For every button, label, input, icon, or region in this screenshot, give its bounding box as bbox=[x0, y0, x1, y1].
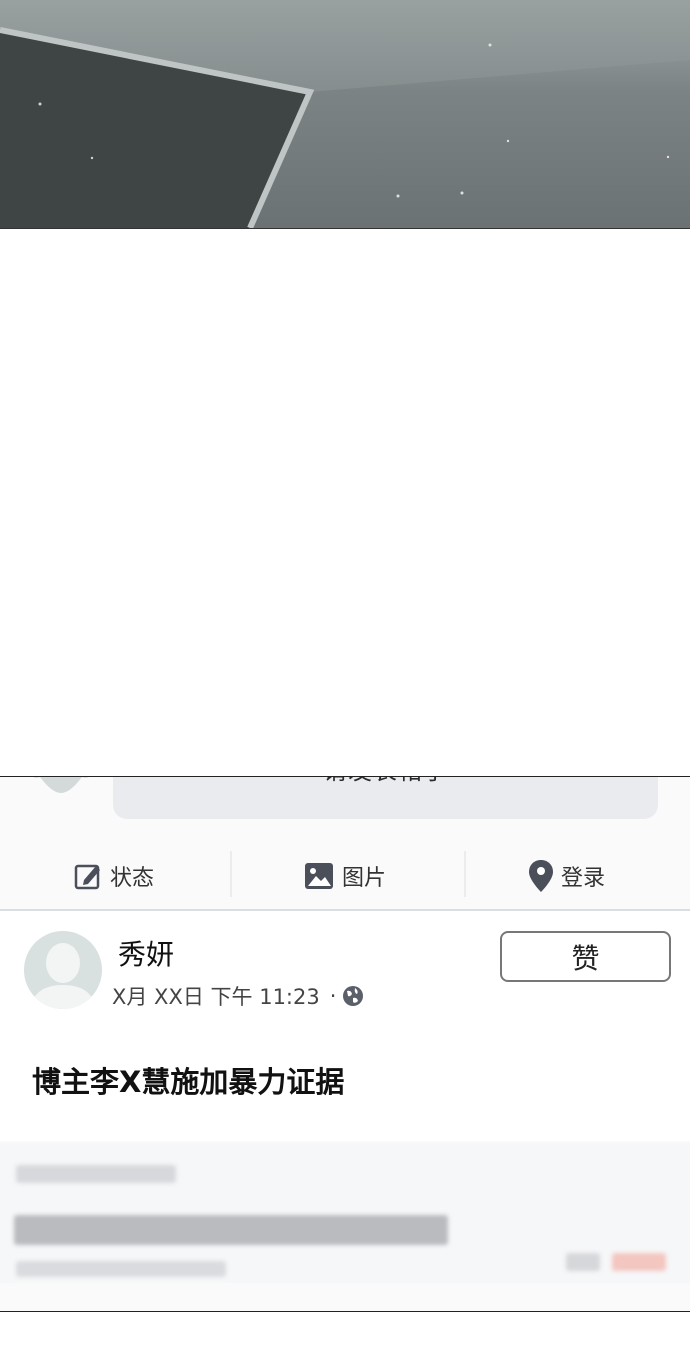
composer-placeholder: 请发表帖子 bbox=[113, 777, 658, 786]
blurred-text bbox=[14, 1215, 448, 1245]
checkin-button[interactable]: 登录 bbox=[529, 843, 605, 909]
image-icon bbox=[305, 863, 333, 889]
edit-icon bbox=[74, 864, 100, 890]
action-divider bbox=[464, 851, 466, 897]
status-button[interactable]: 状态 bbox=[74, 843, 154, 909]
location-pin-icon bbox=[529, 860, 553, 892]
blurred-text bbox=[566, 1253, 600, 1271]
composer-input[interactable]: 请发表帖子 bbox=[113, 777, 658, 819]
checkin-label: 登录 bbox=[561, 866, 606, 891]
meta-separator: · bbox=[329, 984, 337, 1008]
post-meta: X月 XX日 下午 11:23 · bbox=[112, 981, 364, 1011]
photo-label: 图片 bbox=[342, 866, 387, 891]
post-author-avatar[interactable] bbox=[24, 931, 102, 1009]
blurred-text bbox=[16, 1261, 226, 1277]
comic-background-image bbox=[0, 0, 690, 229]
composer-avatar bbox=[22, 777, 100, 813]
composer-actions-bar: 状态 图片 登录 bbox=[0, 843, 690, 911]
blurred-text bbox=[16, 1165, 176, 1183]
post-author-name[interactable]: 秀妍 bbox=[118, 933, 174, 973]
post-time: 下午 11:23 bbox=[210, 985, 320, 1009]
photo-button[interactable]: 图片 bbox=[304, 843, 386, 909]
blurred-comments-section bbox=[0, 1143, 690, 1283]
post-date: X月 XX日 bbox=[112, 985, 204, 1009]
feed-post: 秀妍 X月 XX日 下午 11:23 · 赞 博主李X慧施加暴力证据 bbox=[0, 911, 690, 1141]
social-feed-panel: 请发表帖子 状态 图片 登录 bbox=[0, 776, 690, 1312]
action-divider bbox=[230, 851, 232, 897]
status-label: 状态 bbox=[110, 866, 155, 891]
like-button[interactable]: 赞 bbox=[500, 931, 671, 982]
post-content: 博主李X慧施加暴力证据 bbox=[32, 1065, 345, 1099]
blurred-text bbox=[612, 1253, 666, 1271]
globe-icon bbox=[343, 986, 364, 1006]
